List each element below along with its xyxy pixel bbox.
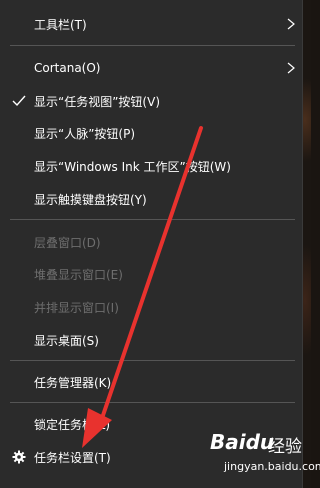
watermark-url: jingyan.baidu.com	[224, 460, 320, 473]
watermark-logo: Baidu	[210, 430, 275, 454]
annotation-arrow	[82, 126, 203, 448]
watermark-logo-suffix: 经验	[268, 437, 302, 457]
baidu-jingyan-watermark: Baidu 经验 jingyan.baidu.com	[210, 430, 320, 486]
